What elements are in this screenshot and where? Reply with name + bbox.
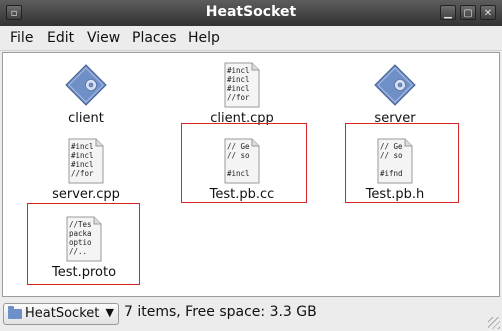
preview-line: #incl <box>71 160 94 169</box>
menu-bar: File Edit View Places Help <box>0 26 502 51</box>
preview-line: // Ge <box>380 142 403 151</box>
file-view[interactable]: client #incl #incl #incl //for client.cp… <box>2 52 500 297</box>
file-name: client <box>68 111 104 126</box>
file-name: server.cpp <box>52 187 120 202</box>
preview-line: optio <box>69 238 92 247</box>
preview-line: // so <box>227 151 250 160</box>
text-file-icon: // Ge // so #ifnd <box>377 138 413 184</box>
file-item-server-cpp[interactable]: #incl #incl #incl //for server.cpp <box>26 137 146 202</box>
chevron-down-icon: ▼ <box>105 306 114 319</box>
menu-view[interactable]: View <box>87 30 120 46</box>
preview-line: // so <box>380 151 403 160</box>
text-file-icon: #incl #incl #incl //for <box>68 138 104 184</box>
text-file-icon: // Ge // so #incl <box>224 138 260 184</box>
preview-line: #incl <box>71 142 94 151</box>
preview-line: //for <box>227 93 250 102</box>
text-file-icon: //Tes packa optio //.. <box>66 216 102 262</box>
preview-line: #incl <box>227 75 250 84</box>
menu-edit[interactable]: Edit <box>47 30 74 46</box>
preview-line: #incl <box>227 169 250 178</box>
location-label: HeatSocket <box>25 306 100 321</box>
file-item-server[interactable]: server <box>335 61 455 126</box>
file-item-client-cpp[interactable]: #incl #incl #incl //for client.cpp <box>182 61 302 126</box>
file-item-test-pb-h[interactable]: // Ge // so #ifnd Test.pb.h <box>335 137 455 202</box>
preview-line: #incl <box>71 151 94 160</box>
menu-places[interactable]: Places <box>132 30 177 46</box>
file-name: Test.pb.h <box>365 187 425 202</box>
preview-line: #ifnd <box>380 169 403 178</box>
preview-line: // Ge <box>227 142 250 151</box>
preview-line: #incl <box>227 84 250 93</box>
folder-icon <box>8 306 22 319</box>
maximize-icon[interactable]: ▢ <box>460 5 476 20</box>
status-summary: 7 items, Free space: 3.3 GB <box>124 304 317 320</box>
preview-line: #incl <box>227 66 250 75</box>
file-item-test-proto[interactable]: //Tes packa optio //.. Test.proto <box>24 215 144 280</box>
status-bar: HeatSocket ▼ 7 items, Free space: 3.3 GB <box>0 298 502 331</box>
preview-line: //Tes <box>69 220 92 229</box>
file-name: Test.proto <box>51 265 117 280</box>
file-item-client[interactable]: client <box>26 61 146 126</box>
preview-line: //.. <box>69 247 87 256</box>
file-item-test-pb-cc[interactable]: // Ge // so #incl Test.pb.cc <box>182 137 302 202</box>
close-icon[interactable]: ✕ <box>480 5 496 20</box>
menu-file[interactable]: File <box>10 30 33 46</box>
file-name: Test.pb.cc <box>209 187 275 202</box>
window-title: HeatSocket <box>205 4 297 20</box>
executable-icon <box>374 64 416 106</box>
text-file-icon: #incl #incl #incl //for <box>224 62 260 108</box>
resize-grip-icon[interactable] <box>488 317 500 329</box>
minimize-icon[interactable]: ▁ <box>440 5 456 20</box>
preview-line: packa <box>69 229 92 238</box>
location-dropdown[interactable]: HeatSocket ▼ <box>3 303 119 325</box>
menu-help[interactable]: Help <box>188 30 220 46</box>
preview-line: //for <box>71 169 94 178</box>
executable-icon <box>65 64 107 106</box>
title-bar: ▫ HeatSocket ▁ ▢ ✕ <box>0 0 502 27</box>
